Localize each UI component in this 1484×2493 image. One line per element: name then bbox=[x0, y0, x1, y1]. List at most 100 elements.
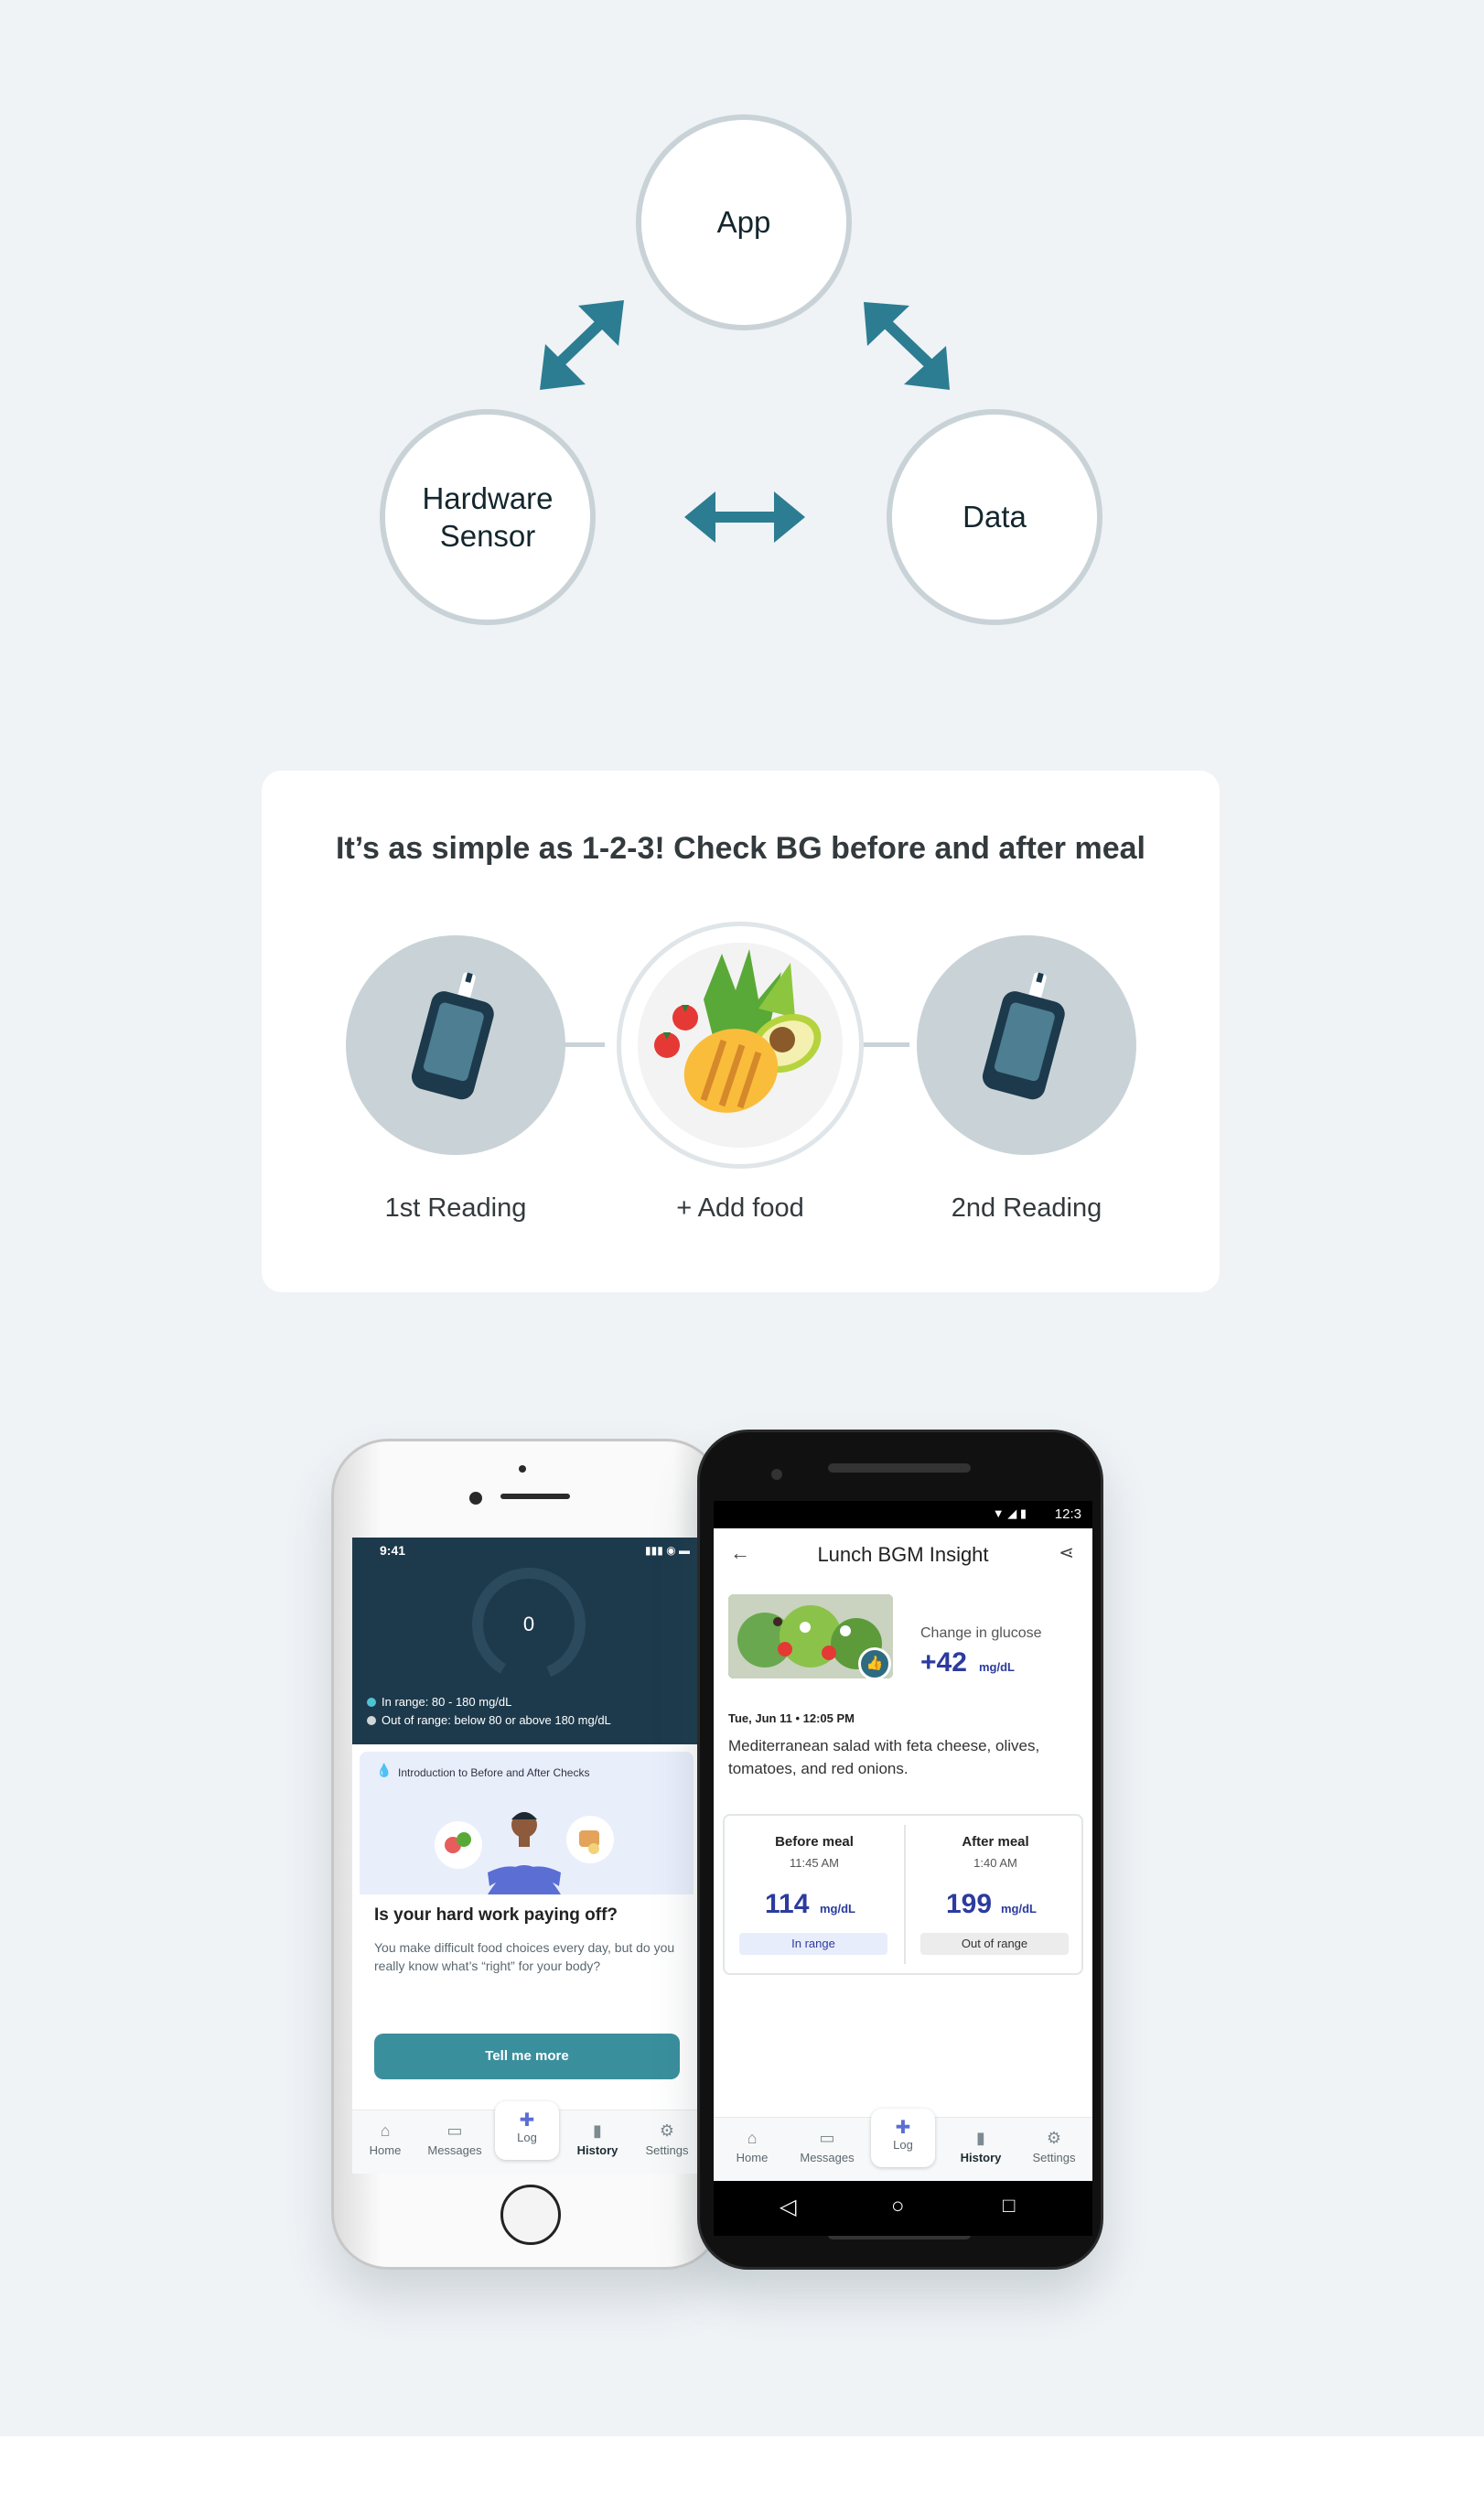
before-meal-value: 114 bbox=[765, 1889, 810, 1919]
signal-icons: ▼ ◢ ▮ bbox=[992, 1506, 1027, 1520]
history-icon: ▮ bbox=[976, 2129, 985, 2147]
after-meal-value: 199 bbox=[946, 1889, 993, 1919]
before-after-panel: Before meal 11:45 AM 114 mg/dL In range … bbox=[723, 1814, 1083, 1975]
after-meal-unit: mg/dL bbox=[1001, 1902, 1037, 1916]
tab-home-label: Home bbox=[369, 2143, 402, 2157]
bottom-strip bbox=[0, 2436, 1484, 2493]
change-label: Change in glucose bbox=[920, 1625, 1042, 1641]
tab-messages-label: Messages bbox=[427, 2143, 482, 2157]
arrow-hardware-data bbox=[684, 491, 805, 543]
tab-history-label: History bbox=[576, 2143, 618, 2157]
status-time: 12:3 bbox=[1054, 1506, 1081, 1522]
step-connector bbox=[864, 1042, 909, 1047]
steps-title: It’s as simple as 1-2-3! Check BG before… bbox=[336, 831, 1145, 866]
plus-icon: ✚ bbox=[895, 2118, 911, 2138]
after-meal-column: After meal 1:40 AM 199 mg/dL Out of rang… bbox=[906, 1816, 1085, 1973]
step-3-circle bbox=[917, 935, 1136, 1155]
glucose-meter-icon bbox=[982, 972, 1065, 1100]
legend-in-range-text: In range: 80 - 180 mg/dL bbox=[382, 1695, 512, 1709]
ios-tab-bar: ⌂ Home ▭ Messages ✚ Log ▮ History ⚙ Settings bbox=[352, 2101, 701, 2174]
thumbs-up-icon: 👍 bbox=[858, 1647, 891, 1680]
settings-icon: ⚙ bbox=[1046, 2129, 1062, 2147]
android-device: ▼ ◢ ▮ 12:3 ← Lunch BGM Insight ⋖ 👍 Chang… bbox=[697, 1430, 1103, 2270]
tab-log[interactable]: ✚ Log bbox=[495, 2101, 559, 2160]
before-meal-time: 11:45 AM bbox=[790, 1856, 839, 1870]
nav-recents-icon[interactable]: □ bbox=[1003, 2194, 1015, 2218]
food-plate-icon bbox=[638, 943, 843, 1148]
tab-settings-label: Settings bbox=[645, 2143, 689, 2157]
android-screen: ▼ ◢ ▮ 12:3 ← Lunch BGM Insight ⋖ 👍 Chang… bbox=[714, 1501, 1092, 2181]
messages-icon: ▭ bbox=[446, 2121, 463, 2140]
front-camera bbox=[771, 1469, 782, 1480]
step-1-label: 1st Reading bbox=[384, 1193, 527, 1223]
tab-history[interactable]: ▮ History bbox=[948, 2129, 1014, 2164]
meal-description: Mediterranean salad with feta cheese, ol… bbox=[728, 1737, 1040, 1777]
meal-timestamp: Tue, Jun 11 • 12:05 PM bbox=[728, 1711, 855, 1725]
tab-messages[interactable]: ▭ Messages bbox=[422, 2121, 488, 2157]
promo-body: You make difficult food choices every da… bbox=[374, 1940, 675, 1974]
legend-out-of-range: Out of range: below 80 or above 180 mg/d… bbox=[367, 1713, 611, 1727]
promo-intro: Introduction to Before and After Checks bbox=[398, 1766, 590, 1779]
node-app: App bbox=[636, 114, 852, 330]
tab-settings-label: Settings bbox=[1032, 2151, 1076, 2164]
tab-history[interactable]: ▮ History bbox=[565, 2121, 630, 2157]
change-value: +42 bbox=[920, 1647, 967, 1678]
after-meal-title: After meal bbox=[962, 1834, 1029, 1850]
tab-settings[interactable]: ⚙ Settings bbox=[1021, 2129, 1087, 2164]
after-meal-time: 1:40 AM bbox=[973, 1856, 1017, 1870]
step-2-circle bbox=[617, 922, 864, 1169]
droplet-icon: 💧 bbox=[376, 1763, 393, 1777]
status-icons: ▮▮▮ ◉ ▬ bbox=[645, 1544, 690, 1557]
settings-icon: ⚙ bbox=[659, 2121, 675, 2140]
legend-in-range: In range: 80 - 180 mg/dL bbox=[367, 1695, 511, 1709]
ring-value: 0 bbox=[522, 1613, 535, 1635]
steps-card: It’s as simple as 1-2-3! Check BG before… bbox=[262, 771, 1220, 1292]
android-tab-bar: ⌂ Home ▭ Messages ✚ Log ▮ History ⚙ Settings bbox=[714, 2109, 1092, 2181]
speaker-grille bbox=[828, 1463, 971, 1473]
in-range-dot bbox=[367, 1698, 376, 1707]
arrow-app-data bbox=[864, 302, 950, 390]
android-status-bar: ▼ ◢ ▮ 12:3 bbox=[714, 1501, 1092, 1528]
in-range-badge: In range bbox=[739, 1933, 887, 1955]
tab-log[interactable]: ✚ Log bbox=[871, 2109, 935, 2167]
earpiece bbox=[500, 1494, 570, 1499]
home-icon: ⌂ bbox=[380, 2121, 391, 2140]
home-icon: ⌂ bbox=[747, 2129, 758, 2147]
tab-history-label: History bbox=[960, 2151, 1002, 2164]
nav-back-icon[interactable]: ◁ bbox=[780, 2194, 796, 2220]
step-connector bbox=[564, 1042, 605, 1047]
tab-log-label: Log bbox=[517, 2131, 537, 2144]
before-meal-column: Before meal 11:45 AM 114 mg/dL In range bbox=[725, 1816, 904, 1973]
tab-settings[interactable]: ⚙ Settings bbox=[634, 2121, 700, 2157]
home-button[interactable] bbox=[500, 2185, 561, 2245]
tell-me-more-button[interactable]: Tell me more bbox=[374, 2034, 680, 2079]
android-nav-bar: ◁ ○ □ bbox=[714, 2181, 1092, 2236]
tab-log-label: Log bbox=[893, 2138, 913, 2152]
tab-home-label: Home bbox=[736, 2151, 769, 2164]
promo-illustration-panel[interactable]: 💧 Introduction to Before and After Check… bbox=[360, 1752, 694, 1894]
out-of-range-dot bbox=[367, 1716, 376, 1725]
node-data: Data bbox=[887, 409, 1102, 625]
step-3-label: 2nd Reading bbox=[951, 1193, 1102, 1223]
front-camera bbox=[469, 1492, 482, 1505]
nav-home-icon[interactable]: ○ bbox=[891, 2194, 905, 2219]
glucose-meter-icon bbox=[411, 972, 494, 1100]
iphone-device: 9:41 ▮▮▮ ◉ ▬ 0 In range: 80 - 180 mg/dL … bbox=[331, 1439, 723, 2270]
node-hardware-sensor: Hardware Sensor bbox=[380, 409, 596, 625]
tab-messages[interactable]: ▭ Messages bbox=[794, 2129, 860, 2164]
tab-home[interactable]: ⌂ Home bbox=[719, 2129, 785, 2164]
out-of-range-badge: Out of range bbox=[920, 1933, 1069, 1955]
person-illustration bbox=[435, 1812, 614, 1894]
share-icon[interactable]: ⋖ bbox=[1059, 1541, 1074, 1564]
history-icon: ▮ bbox=[593, 2121, 602, 2140]
change-unit: mg/dL bbox=[979, 1660, 1015, 1674]
legend-out-of-range-text: Out of range: below 80 or above 180 mg/d… bbox=[382, 1713, 611, 1727]
status-time: 9:41 bbox=[380, 1543, 406, 1558]
tab-home[interactable]: ⌂ Home bbox=[352, 2121, 418, 2157]
sensor-dot bbox=[519, 1465, 526, 1473]
iphone-screen: 9:41 ▮▮▮ ◉ ▬ 0 In range: 80 - 180 mg/dL … bbox=[352, 1538, 701, 2174]
before-meal-unit: mg/dL bbox=[820, 1902, 855, 1916]
messages-icon: ▭ bbox=[819, 2129, 835, 2147]
step-1-circle bbox=[346, 935, 565, 1155]
before-meal-title: Before meal bbox=[775, 1834, 854, 1850]
